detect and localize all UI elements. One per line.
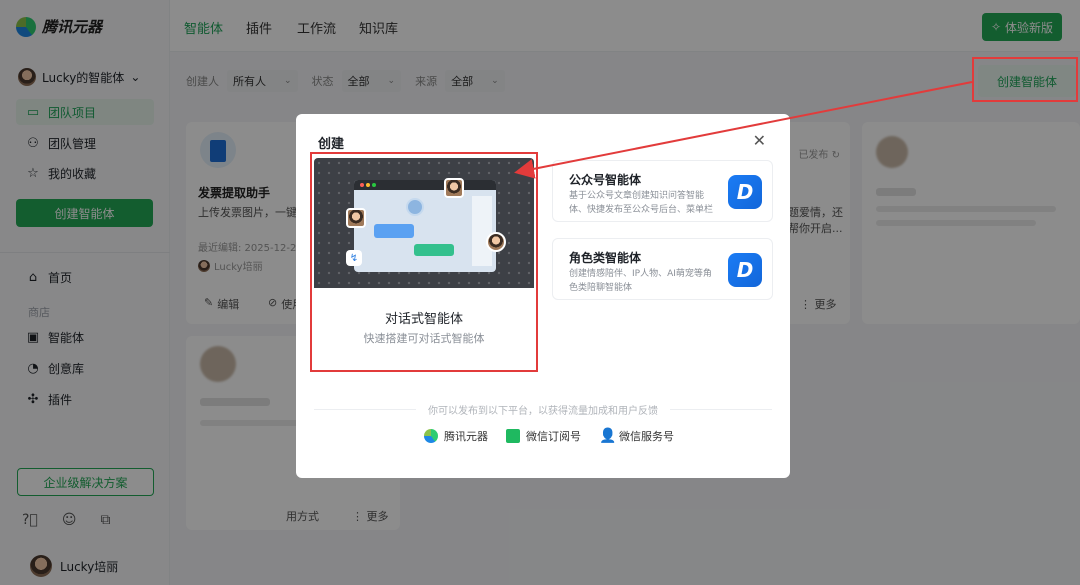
annotation-arrow [514, 81, 973, 179]
